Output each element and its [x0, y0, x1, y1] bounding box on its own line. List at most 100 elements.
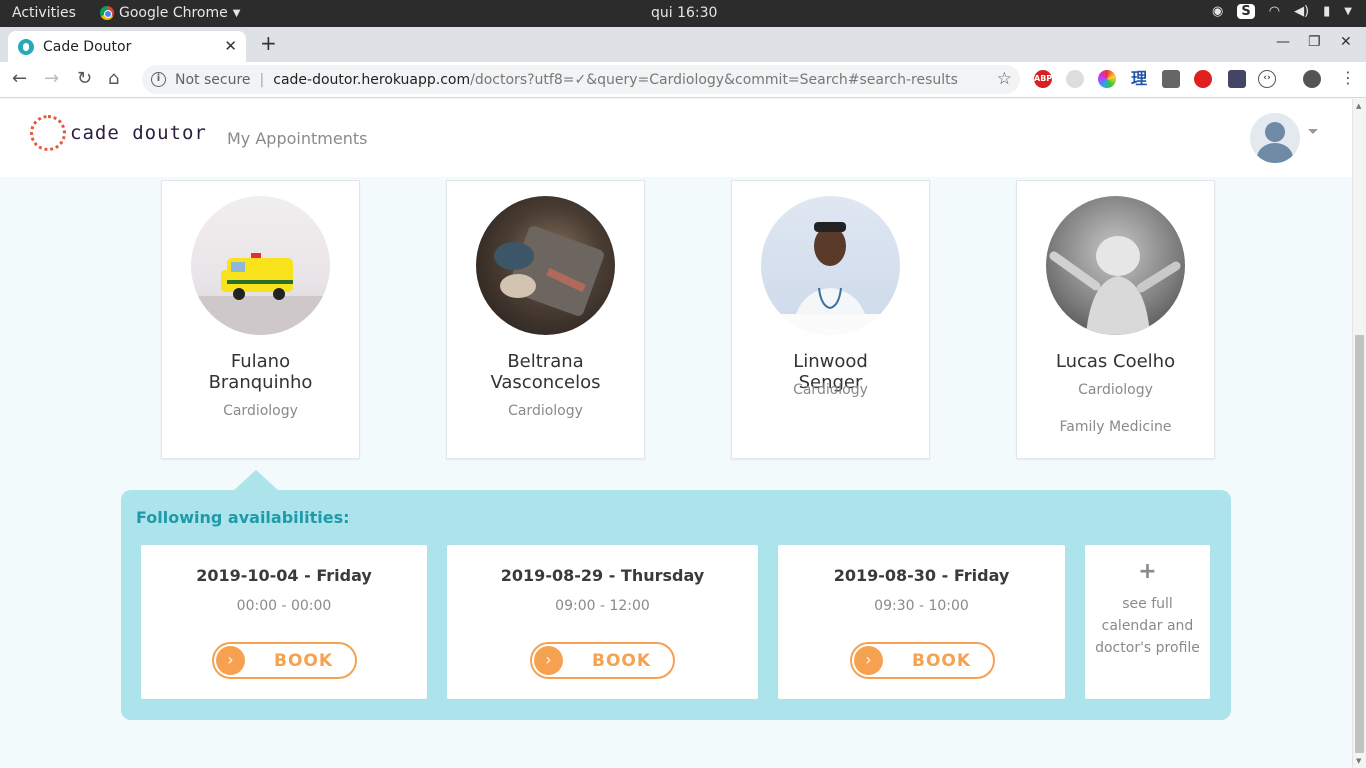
system-tray[interactable]: ◉ S ◠ ◀) ▮ ▼: [1212, 4, 1352, 19]
availability-slot: 2019-08-30 - Friday 09:30 - 10:00 › BOOK: [778, 545, 1065, 699]
page-content: cade doutor My Appointments Fulano Branq…: [0, 99, 1352, 768]
availability-slot: 2019-08-29 - Thursday 09:00 - 12:00 › BO…: [447, 545, 758, 699]
skype-icon[interactable]: S: [1237, 4, 1255, 19]
toy-ambulance-image: [191, 253, 330, 335]
bookmark-star-icon[interactable]: ☆: [997, 69, 1012, 89]
address-bar[interactable]: i Not secure | cade-doutor.herokuapp.com…: [142, 65, 1020, 94]
tab-strip: Cade Doutor ✕ +: [0, 27, 1366, 62]
book-button[interactable]: › BOOK: [850, 642, 995, 679]
timer-extension-icon[interactable]: [1066, 70, 1084, 88]
page-scrollbar[interactable]: ▲ ▼: [1352, 99, 1366, 768]
slot-date: 2019-08-29 - Thursday: [500, 566, 705, 585]
not-secure-label: Not secure: [175, 71, 251, 88]
see-full-calendar-text: see full calendar and doctor's profile: [1095, 596, 1200, 656]
book-label: BOOK: [274, 651, 334, 671]
chevron-right-icon: ›: [854, 646, 883, 675]
os-top-bar: Activities Google Chrome ▼ qui 16:30 ◉ S…: [0, 0, 1366, 27]
reload-icon[interactable]: ↻: [77, 68, 92, 89]
adblock-icon[interactable]: ABP: [1034, 70, 1052, 88]
dictionary-extension-icon[interactable]: 理: [1130, 70, 1148, 88]
doctor-specialty: Cardiology: [508, 403, 583, 419]
doctor-specialty: Cardiology: [793, 382, 868, 398]
newborn-baby-image: [1049, 236, 1181, 335]
devtools-extension-icon[interactable]: ‹›: [1258, 70, 1276, 88]
profile-avatar-icon[interactable]: [1303, 70, 1321, 88]
book-label: BOOK: [592, 651, 652, 671]
nav-my-appointments[interactable]: My Appointments: [227, 129, 367, 148]
scroll-down-icon[interactable]: ▼: [1356, 757, 1361, 765]
hand-extension-icon[interactable]: [1194, 70, 1212, 88]
doctor-photo: [191, 196, 330, 335]
doctor-portrait-image: [781, 222, 881, 335]
new-tab-icon[interactable]: +: [260, 31, 277, 55]
slot-date: 2019-10-04 - Friday: [196, 566, 372, 585]
doctor-card[interactable]: Linwood Senger Cardiology: [731, 180, 930, 459]
surgical-tools-image: [494, 226, 604, 316]
clock[interactable]: qui 16:30: [651, 5, 717, 21]
close-window-icon[interactable]: ✕: [1340, 34, 1352, 50]
scrollbar-thumb[interactable]: [1355, 335, 1364, 753]
availability-panel: Following availabilities: 2019-10-04 - F…: [121, 490, 1231, 720]
slot-time: 09:00 - 12:00: [555, 598, 650, 614]
user-menu-chevron-icon[interactable]: [1308, 129, 1318, 134]
panel-pointer: [234, 470, 278, 490]
forward-icon[interactable]: →: [44, 68, 59, 89]
doctor-card[interactable]: Beltrana Vasconcelos Cardiology: [446, 180, 645, 459]
user-avatar[interactable]: [1250, 113, 1300, 163]
restore-icon[interactable]: ❐: [1308, 34, 1321, 50]
doctor-photo: [1046, 196, 1185, 335]
logo[interactable]: cade doutor: [30, 115, 207, 151]
book-button[interactable]: › BOOK: [530, 642, 675, 679]
doctor-specialty: Cardiology: [223, 403, 298, 419]
slot-time: 00:00 - 00:00: [236, 598, 332, 614]
availability-title: Following availabilities:: [136, 508, 350, 527]
wifi-icon[interactable]: ◠: [1269, 4, 1280, 19]
url-host: cade-doutor.herokuapp.com: [273, 71, 471, 88]
doctor-photo: [476, 196, 615, 335]
doctor-name: Lucas Coelho: [1055, 351, 1176, 372]
color-picker-extension-icon[interactable]: [1098, 70, 1116, 88]
slot-date: 2019-08-30 - Friday: [833, 566, 1010, 585]
back-icon[interactable]: ←: [12, 68, 27, 89]
site-favicon-icon: [18, 38, 34, 55]
doctor-photo: [761, 196, 900, 335]
doctor-card[interactable]: Fulano Branquinho Cardiology: [161, 180, 360, 459]
volume-icon[interactable]: ◀): [1294, 4, 1309, 19]
tab-title: Cade Doutor: [43, 38, 132, 55]
chrome-icon: [100, 6, 114, 20]
plus-icon: +: [1138, 559, 1157, 584]
logo-mark-icon: [30, 115, 66, 151]
see-full-calendar-link[interactable]: + see full calendar and doctor's profile: [1085, 545, 1210, 699]
steam-icon[interactable]: ◉: [1212, 4, 1223, 19]
doctor-card[interactable]: Lucas Coelho Cardiology Family Medicine: [1016, 180, 1215, 459]
doctor-specialty: Cardiology: [1078, 382, 1153, 398]
grid-extension-icon[interactable]: [1162, 70, 1180, 88]
home-icon[interactable]: ⌂: [108, 68, 119, 89]
activities-button[interactable]: Activities: [12, 5, 76, 21]
chevron-right-icon: ›: [534, 646, 563, 675]
book-label: BOOK: [912, 651, 972, 671]
tab-active[interactable]: Cade Doutor ✕: [8, 31, 246, 62]
app-menu[interactable]: Google Chrome ▼: [100, 5, 240, 21]
url-path: /doctors?utf8=✓&query=Cardiology&commit=…: [470, 71, 958, 88]
app-header: cade doutor My Appointments: [0, 99, 1352, 177]
browser-toolbar: ← → ↻ ⌂ i Not secure | cade-doutor.herok…: [0, 62, 1366, 98]
doctor-name: Fulano Branquinho: [208, 351, 313, 393]
close-tab-icon[interactable]: ✕: [224, 37, 237, 55]
info-icon[interactable]: i: [151, 72, 166, 87]
book-button[interactable]: › BOOK: [212, 642, 357, 679]
chevron-down-icon: ▼: [232, 7, 241, 19]
chrome-menu-icon[interactable]: ⋮: [1340, 68, 1356, 87]
doctor-specialty: Family Medicine: [1059, 419, 1172, 435]
chevron-right-icon: ›: [216, 646, 245, 675]
battery-icon[interactable]: ▮: [1323, 4, 1330, 19]
availability-slot: 2019-10-04 - Friday 00:00 - 00:00 › BOOK: [141, 545, 427, 699]
separator: |: [259, 71, 265, 88]
scroll-up-icon[interactable]: ▲: [1356, 102, 1361, 110]
logo-text: cade doutor: [70, 122, 207, 144]
app-name: Google Chrome: [119, 5, 228, 21]
system-menu-chevron-icon[interactable]: ▼: [1344, 6, 1352, 17]
minimize-icon[interactable]: —: [1276, 34, 1290, 50]
eyedropper-extension-icon[interactable]: [1228, 70, 1246, 88]
avatar-head: [1265, 122, 1285, 142]
